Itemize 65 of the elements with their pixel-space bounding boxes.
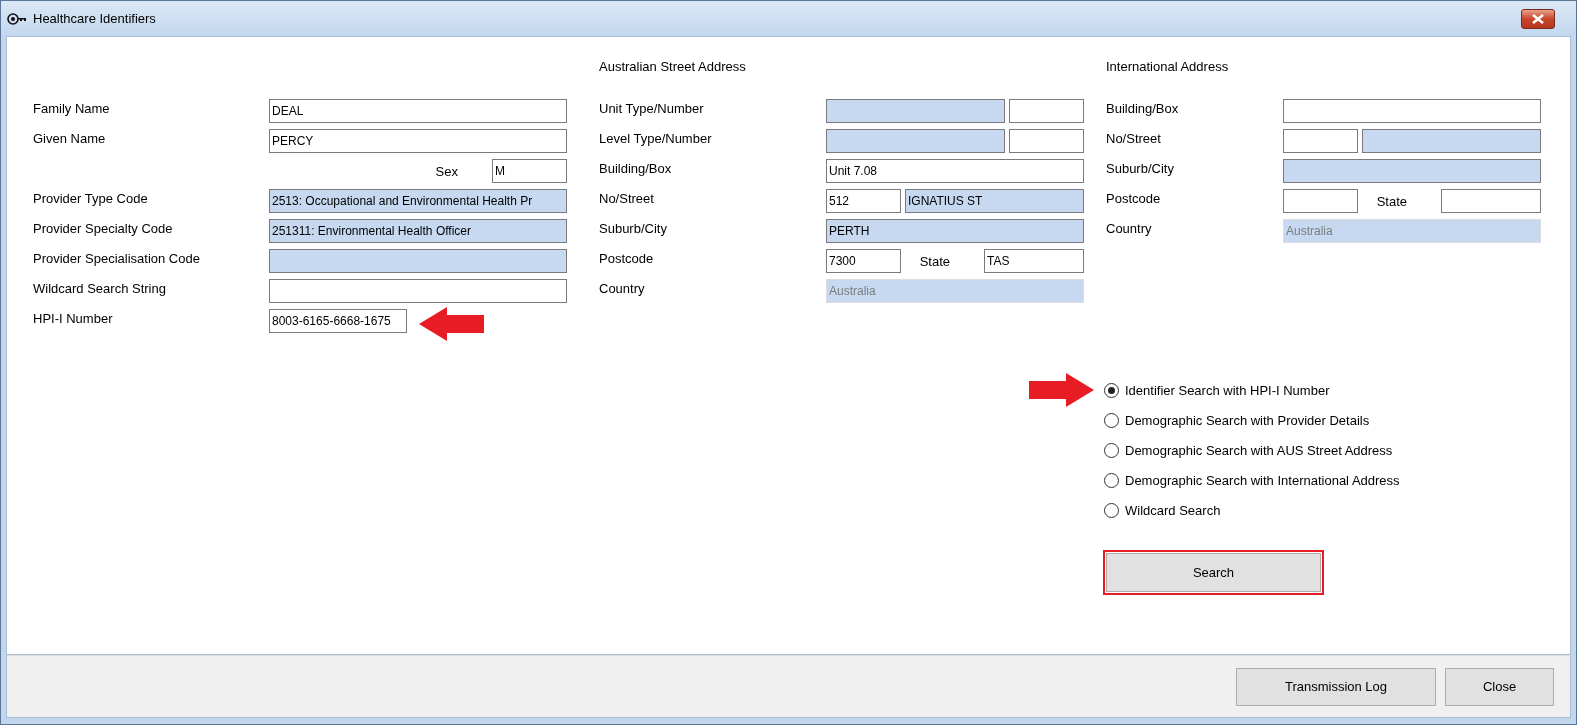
text-field[interactable]: Unit 7.08 xyxy=(826,159,1084,183)
field-label: Unit Type/Number xyxy=(599,100,705,116)
text-field[interactable] xyxy=(826,99,1005,123)
text-field[interactable] xyxy=(1009,99,1084,123)
field-label: Provider Specialty Code xyxy=(33,220,174,236)
field-label: Building/Box xyxy=(1106,100,1180,116)
text-field[interactable] xyxy=(1283,129,1358,153)
text-field[interactable]: IGNATIUS ST xyxy=(905,189,1084,213)
field-label: HPI-I Number xyxy=(33,310,114,326)
field-label: No/Street xyxy=(1106,130,1162,146)
search-button[interactable]: Search xyxy=(1103,550,1324,595)
window-title: Healthcare Identifiers xyxy=(33,11,157,26)
field-label: Given Name xyxy=(33,130,107,146)
field-label: Provider Specialisation Code xyxy=(33,250,201,266)
text-field[interactable] xyxy=(269,249,567,273)
text-field[interactable]: 8003-6165-6668-1675 xyxy=(269,309,407,333)
field-label: Wildcard Search String xyxy=(33,280,167,296)
field-label: Provider Type Code xyxy=(33,190,149,206)
field-label: Suburb/City xyxy=(599,220,668,236)
text-field[interactable]: 251311: Environmental Health Officer xyxy=(269,219,567,243)
close-icon xyxy=(1532,13,1544,24)
field-label: Building/Box xyxy=(599,160,673,176)
text-field[interactable]: 512 xyxy=(826,189,901,213)
field-label: Family Name xyxy=(33,100,111,116)
field-label: State xyxy=(918,253,951,269)
radio-button[interactable] xyxy=(1104,442,1119,458)
radio-label[interactable]: Demographic Search with Provider Details xyxy=(1125,412,1370,428)
text-field[interactable] xyxy=(1283,99,1541,123)
field-label: Level Type/Number xyxy=(599,130,713,146)
section-heading: Australian Street Address xyxy=(599,59,747,76)
text-field[interactable] xyxy=(826,129,1005,153)
text-field[interactable] xyxy=(269,279,567,303)
radio-label[interactable]: Wildcard Search xyxy=(1125,502,1221,518)
text-field[interactable]: PERCY xyxy=(269,129,567,153)
radio-label[interactable]: Demographic Search with International Address xyxy=(1125,472,1400,488)
text-field[interactable] xyxy=(1283,189,1358,213)
radio-label[interactable]: Identifier Search with HPI-I Number xyxy=(1125,382,1330,398)
text-field[interactable]: 2513: Occupational and Environmental Health Pr xyxy=(269,189,567,213)
section-heading: International Address xyxy=(1106,59,1230,76)
footer-button[interactable]: Transmission Log xyxy=(1236,667,1436,706)
text-field[interactable] xyxy=(1009,129,1084,153)
text-field[interactable] xyxy=(1283,159,1541,183)
radio-button[interactable] xyxy=(1104,382,1119,398)
field-label: Sex xyxy=(434,163,459,179)
field-label: Suburb/City xyxy=(1106,160,1175,176)
field-label: Postcode xyxy=(599,250,655,266)
field-label: Country xyxy=(1106,220,1153,236)
radio-button[interactable] xyxy=(1104,502,1119,518)
text-field[interactable] xyxy=(1441,189,1541,213)
text-field[interactable] xyxy=(1362,129,1541,153)
text-field[interactable]: PERTH xyxy=(826,219,1084,243)
field-label: Postcode xyxy=(1106,190,1162,206)
radio-button[interactable] xyxy=(1104,412,1119,428)
text-field[interactable]: M xyxy=(492,159,567,183)
window-close-button[interactable] xyxy=(1521,8,1555,29)
text-field[interactable]: TAS xyxy=(984,249,1084,273)
footer-button[interactable]: Close xyxy=(1445,667,1554,706)
text-field[interactable]: 7300 xyxy=(826,249,901,273)
radio-label[interactable]: Demographic Search with AUS Street Address xyxy=(1125,442,1393,458)
text-field[interactable]: DEAL xyxy=(269,99,567,123)
field-label: State xyxy=(1375,193,1408,209)
radio-button[interactable] xyxy=(1104,472,1119,488)
field-label: No/Street xyxy=(599,190,655,206)
key-icon xyxy=(7,12,27,25)
field-label: Country xyxy=(599,280,646,296)
